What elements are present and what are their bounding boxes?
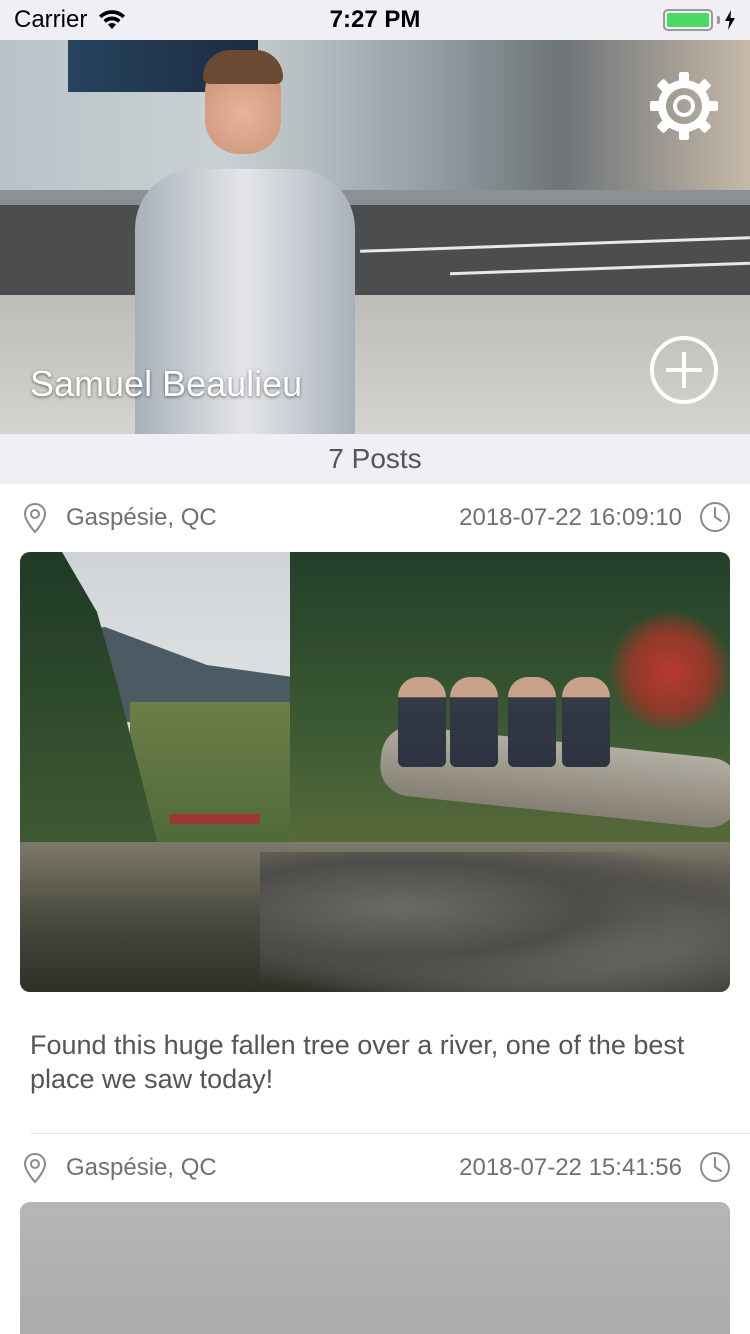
post-caption: Found this huge fallen tree over a river… [30,1030,685,1094]
settings-button[interactable] [648,70,720,142]
photo-person [450,677,498,767]
header-photo-road [0,205,750,300]
battery-fill [667,13,709,27]
location-pin-icon [23,1152,47,1184]
post-card[interactable]: Gaspésie, QC 2018-07-22 15:41:56 [0,1134,750,1334]
profile-name: Samuel Beaulieu [30,363,303,404]
plus-circle-icon [650,336,718,404]
post-location: Gaspésie, QC [66,504,217,531]
person-hair [203,50,283,84]
status-left: Carrier [14,6,127,34]
road-line [450,261,750,276]
photo-sky [20,1202,730,1334]
status-bar: Carrier 7:27 PM [0,0,750,40]
posts-count: 7 Posts [0,434,750,484]
carrier-label: Carrier [14,6,88,33]
battery-icon [663,9,713,31]
post-card[interactable]: Gaspésie, QC 2018-07-22 16:09:10 Found t… [0,484,750,1134]
clock-icon [700,1152,730,1182]
status-right [663,9,736,31]
road-line [360,236,750,253]
post-photo[interactable] [20,1202,730,1334]
photo-rocks [260,852,730,992]
post-location: Gaspésie, QC [66,1154,217,1181]
battery-nub [717,16,720,24]
clock-icon [700,502,730,532]
photo-person [398,677,446,767]
post-timestamp: 2018-07-22 15:41:56 [459,1154,682,1181]
post-meta: Gaspésie, QC 2018-07-22 15:41:56 [0,1134,750,1202]
post-photo[interactable] [20,552,730,992]
photo-person [508,677,556,767]
post-timestamp: 2018-07-22 16:09:10 [459,504,682,531]
charging-bolt-icon [725,10,735,30]
location-pin-icon [23,502,47,534]
photo-bridge [170,814,260,824]
profile-header: Samuel Beaulieu [0,40,750,434]
post-meta: Gaspésie, QC 2018-07-22 16:09:10 [0,484,750,552]
wifi-icon [99,10,126,29]
photo-person [562,677,610,767]
gear-icon [650,72,718,140]
photo-red-foliage [610,607,730,737]
add-post-button[interactable] [648,334,720,406]
